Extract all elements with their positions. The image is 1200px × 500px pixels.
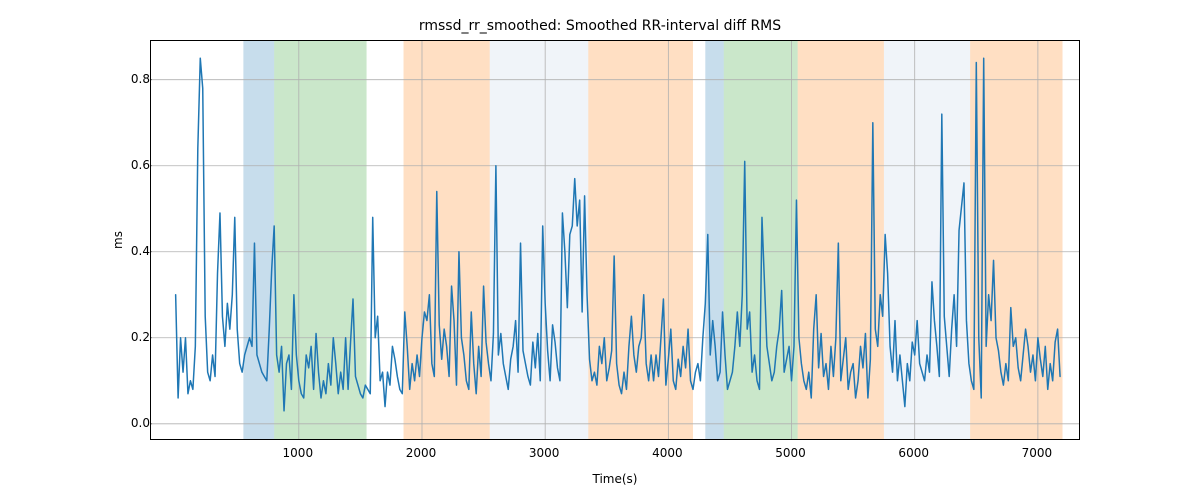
x-tick-label: 5000 [775,446,806,460]
chart-title: rmssd_rr_smoothed: Smoothed RR-interval … [0,18,1200,34]
x-tick-labels: 1000 2000 3000 4000 5000 6000 7000 [150,446,1080,466]
y-tick-labels: 0.00.20.40.60.8 [138,40,150,440]
x-tick-label: 7000 [1022,446,1053,460]
x-tick-label: 1000 [283,446,314,460]
plot-svg [151,41,1080,440]
highlight-span [243,41,274,440]
axes: 1000200030004000500060007000 0.00.20.40.… [150,40,1080,440]
highlight-span [490,41,589,440]
plot-area [150,40,1080,440]
x-tick-label: 6000 [898,446,929,460]
highlight-span [724,41,798,440]
x-tick-label: 2000 [406,446,437,460]
y-axis-label: ms [102,40,134,440]
figure: rmssd_rr_smoothed: Smoothed RR-interval … [0,0,1200,500]
x-tick-label: 4000 [652,446,683,460]
highlight-span [588,41,693,440]
highlight-span [274,41,366,440]
x-tick-label: 3000 [529,446,560,460]
x-axis-label: Time(s) [150,472,1080,486]
